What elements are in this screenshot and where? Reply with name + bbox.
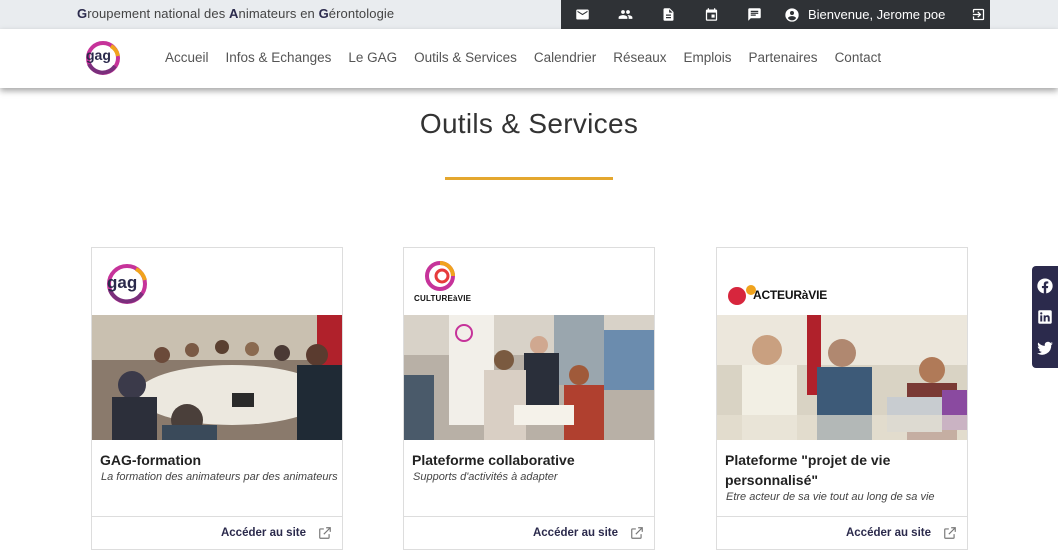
culture-a-vie-logo-text: CULTUREàVIE xyxy=(414,294,472,303)
access-site-link[interactable]: Accéder au site xyxy=(533,527,618,539)
document-icon[interactable] xyxy=(647,0,690,29)
card-photo-discussion xyxy=(717,315,967,440)
card-footer: Accéder au site xyxy=(92,516,342,550)
people-icon[interactable] xyxy=(604,0,647,29)
svg-text:gag: gag xyxy=(86,47,111,63)
nav-item-emplois[interactable]: Emplois xyxy=(684,50,732,65)
service-card-plateforme-collaborative: CULTUREàVIE Plateforme collaborative Sup… xyxy=(403,247,655,550)
culture-a-vie-mark-icon xyxy=(425,261,455,291)
nav-item-reseaux[interactable]: Réseaux xyxy=(613,50,666,65)
top-bar: Groupement national des Animateurs en Gé… xyxy=(0,0,1058,29)
acteur-a-vie-logo: ACTEURàVIE xyxy=(727,270,827,320)
title-divider xyxy=(445,177,613,180)
organization-name: Groupement national des Animateurs en Gé… xyxy=(77,6,395,21)
user-toolbar: Bienvenue, Jerome poe xyxy=(561,0,990,29)
card-title: GAG-formation xyxy=(100,452,202,468)
calendar-icon[interactable] xyxy=(690,0,733,29)
twitter-icon[interactable] xyxy=(1035,338,1055,358)
nav-item-outils-services[interactable]: Outils & Services xyxy=(414,50,517,65)
linkedin-icon[interactable] xyxy=(1035,307,1055,327)
main-navbar: gag Accueil Infos & Echanges Le GAG Outi… xyxy=(0,29,1058,88)
mail-icon[interactable] xyxy=(561,0,604,29)
logout-icon[interactable] xyxy=(971,7,986,22)
card-photo-meeting xyxy=(92,315,342,440)
card-subtitle: Supports d'activités à adapter xyxy=(413,471,558,483)
card-footer: Accéder au site xyxy=(404,516,654,550)
card-subtitle: La formation des animateurs par des anim… xyxy=(101,471,338,483)
user-welcome[interactable]: Bienvenue, Jerome poe xyxy=(784,7,945,23)
nav-menu: Accueil Infos & Echanges Le GAG Outils &… xyxy=(165,50,898,65)
access-site-link[interactable]: Accéder au site xyxy=(846,527,931,539)
service-card-projet-de-vie: ACTEURàVIE Plateforme "projet de vie per… xyxy=(716,247,968,550)
svg-text:gag: gag xyxy=(107,273,137,292)
nav-item-infos-echanges[interactable]: Infos & Echanges xyxy=(226,50,332,65)
external-link-icon[interactable] xyxy=(318,526,332,540)
access-site-link[interactable]: Accéder au site xyxy=(221,527,306,539)
card-photo-exhibition xyxy=(404,315,654,440)
nav-item-le-gag[interactable]: Le GAG xyxy=(348,50,397,65)
card-title: Plateforme "projet de vie personnalisé" xyxy=(725,452,891,488)
external-link-icon[interactable] xyxy=(630,526,644,540)
nav-item-accueil[interactable]: Accueil xyxy=(165,50,209,65)
external-link-icon[interactable] xyxy=(943,526,957,540)
card-subtitle: Etre acteur de sa vie tout au long de sa… xyxy=(726,491,935,503)
facebook-icon[interactable] xyxy=(1035,276,1055,296)
acteur-a-vie-logo-text: ACTEURàVIE xyxy=(753,288,828,302)
card-footer: Accéder au site xyxy=(717,516,967,550)
card-title: Plateforme collaborative xyxy=(412,452,575,468)
page-title: Outils & Services xyxy=(419,108,639,139)
welcome-text: Bienvenue, Jerome poe xyxy=(808,7,946,22)
account-icon xyxy=(785,7,799,22)
chat-icon[interactable] xyxy=(733,0,776,29)
social-sidebar xyxy=(1032,266,1058,368)
gag-logo[interactable]: gag xyxy=(81,38,123,76)
culture-a-vie-logo: CULTUREàVIE xyxy=(414,258,484,308)
nav-item-contact[interactable]: Contact xyxy=(835,50,882,65)
service-card-gag-formation: gag GAG-formation La formation des anima… xyxy=(91,247,343,550)
gag-logo: gag xyxy=(107,264,147,304)
nav-item-partenaires[interactable]: Partenaires xyxy=(749,50,818,65)
nav-item-calendrier[interactable]: Calendrier xyxy=(534,50,596,65)
